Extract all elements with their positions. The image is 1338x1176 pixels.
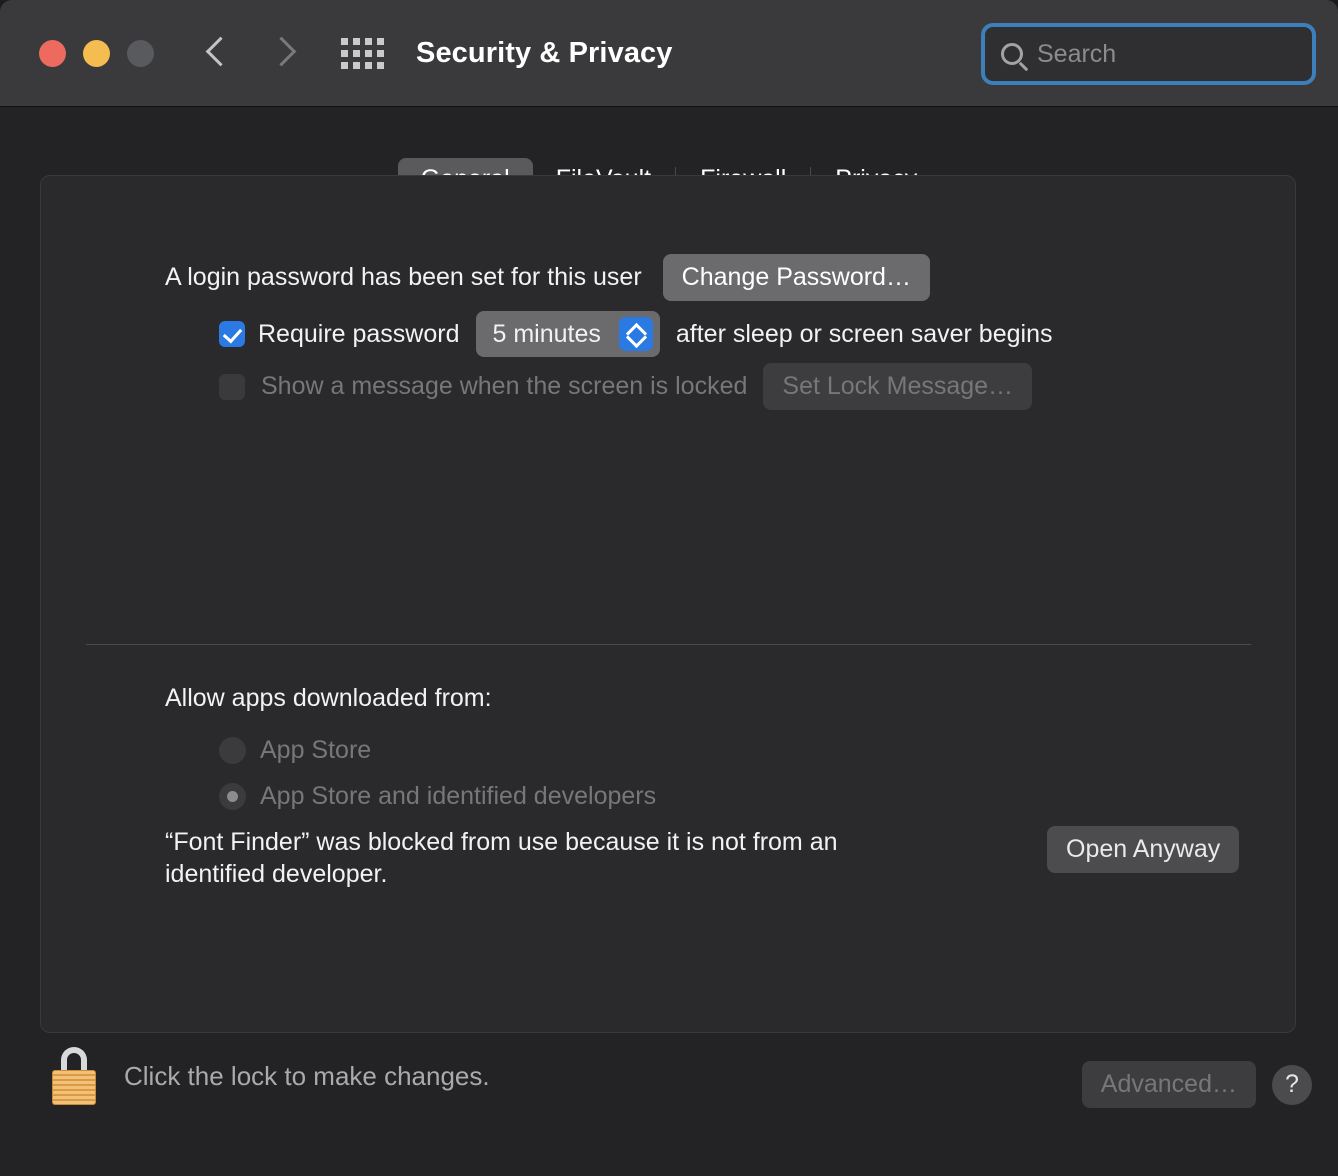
minimize-button[interactable]: [83, 39, 110, 67]
close-button[interactable]: [39, 39, 66, 67]
bottom-bar: Click the lock to make changes. Advanced…: [0, 1033, 1338, 1176]
traffic-light-group: [39, 39, 154, 67]
search-placeholder: Search: [1037, 39, 1117, 68]
bottom-right-actions: Advanced… ?: [1081, 1061, 1312, 1108]
open-anyway-container: Open Anyway: [1047, 826, 1240, 873]
advanced-button: Advanced…: [1081, 1061, 1256, 1108]
chevron-up-down-icon[interactable]: [618, 317, 653, 351]
lock-hint-text: Click the lock to make changes.: [124, 1060, 490, 1091]
forward-chevron-icon: [269, 33, 293, 73]
show-lock-message-row: Show a message when the screen is locked…: [219, 363, 1033, 410]
security-privacy-window: Security & Privacy Search General FileVa…: [0, 0, 1338, 1176]
padlock-closed-icon[interactable]: [48, 1047, 100, 1105]
allow-apps-title: Allow apps downloaded from:: [165, 684, 492, 712]
general-pane: A login password has been set for this u…: [40, 175, 1296, 1033]
require-password-row: Require password 5 minutes after sleep o…: [219, 311, 1052, 357]
show-lock-message-checkbox: [219, 373, 245, 400]
radio-button-app-store: [219, 737, 246, 764]
delay-value: 5 minutes: [492, 319, 601, 348]
radio-label-identified-developers: App Store and identified developers: [260, 782, 657, 810]
radio-app-store: App Store: [219, 736, 656, 765]
search-field[interactable]: Search: [981, 23, 1316, 85]
require-password-label: Require password: [258, 319, 460, 348]
back-chevron-icon[interactable]: [207, 33, 231, 73]
search-icon: [1001, 43, 1023, 65]
require-password-delay-popup[interactable]: 5 minutes: [475, 311, 660, 357]
zoom-button: [127, 39, 154, 67]
show-lock-message-label: Show a message when the screen is locked: [261, 372, 748, 400]
window-titlebar: Security & Privacy Search: [0, 0, 1338, 107]
radio-app-store-and-identified-developers: App Store and identified developers: [219, 782, 656, 811]
section-divider: [86, 644, 1251, 645]
require-password-checkbox[interactable]: [219, 321, 245, 347]
radio-button-identified-developers: [219, 783, 246, 810]
show-all-grid-icon[interactable]: [341, 37, 384, 69]
lock-control[interactable]: Click the lock to make changes.: [48, 1047, 490, 1105]
login-password-row: A login password has been set for this u…: [165, 254, 930, 301]
help-button[interactable]: ?: [1272, 1064, 1312, 1105]
set-lock-message-button: Set Lock Message…: [763, 363, 1033, 410]
nav-buttons: [207, 33, 293, 73]
allow-apps-radio-group: App Store App Store and identified devel…: [219, 736, 656, 811]
login-password-status: A login password has been set for this u…: [165, 263, 642, 291]
change-password-button[interactable]: Change Password…: [662, 254, 930, 301]
radio-label-app-store: App Store: [260, 736, 372, 764]
page-title: Security & Privacy: [416, 36, 673, 69]
open-anyway-button[interactable]: Open Anyway: [1047, 826, 1240, 873]
require-password-suffix: after sleep or screen saver begins: [675, 319, 1053, 348]
blocked-app-notice: “Font Finder” was blocked from use becau…: [165, 828, 838, 888]
